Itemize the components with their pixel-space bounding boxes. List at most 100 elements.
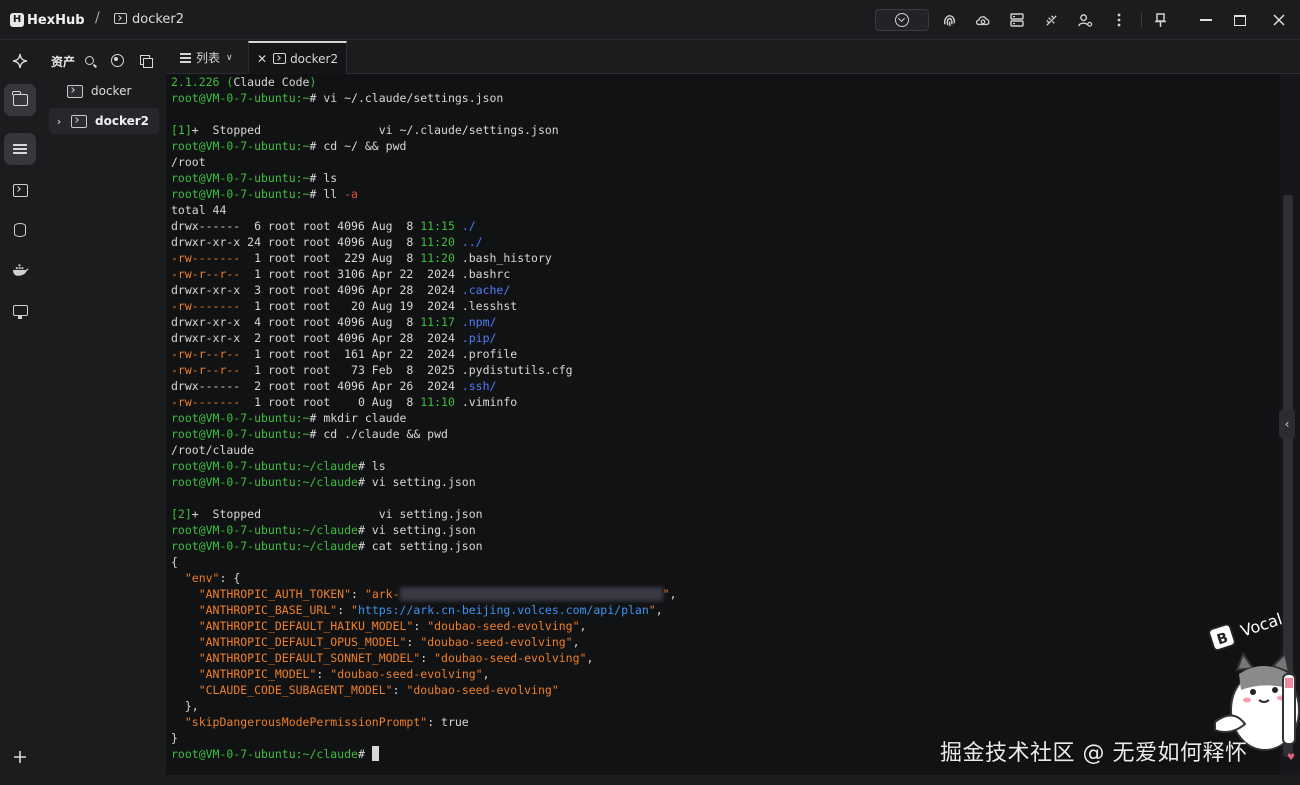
terminal-text-segment: .viminfo	[454, 395, 518, 409]
monitor-icon	[12, 304, 28, 319]
terminal-line: -rw------- 1 root root 20 Aug 19 2024 .l…	[171, 298, 677, 314]
terminal-line: root@VM-0-7-ubuntu:~/claude#	[171, 746, 677, 762]
app-name: HexHub	[27, 12, 85, 28]
terminal-text-segment: xxxxxxxx-xxxx-xxxx-xxxx-xxxxxxxx-xxxxx	[399, 587, 663, 601]
terminal-line: root@VM-0-7-ubuntu:~# cd ~/ && pwd	[171, 138, 677, 154]
breadcrumb-current-host: docker2	[132, 12, 185, 27]
maximize-button[interactable]	[1229, 9, 1251, 31]
terminal-text-segment: "doubao-seed-evolving"	[420, 635, 573, 649]
search-assets-button[interactable]	[81, 52, 97, 68]
batch-button[interactable]	[137, 52, 153, 68]
terminal-line: drwxr-xr-x 4 root root 4096 Aug 8 11:17 …	[171, 314, 677, 330]
list-view-button[interactable]	[4, 133, 36, 165]
terminal-text-segment: # vi setting.json	[357, 475, 476, 489]
more-button[interactable]	[1108, 9, 1130, 31]
terminal-text-segment: :	[413, 619, 428, 633]
terminal-text-segment: "doubao-seed-evolving"	[406, 683, 559, 697]
database-button[interactable]	[4, 214, 36, 246]
tab-docker2[interactable]: ✕ docker2	[248, 41, 347, 74]
terminal-line: root@VM-0-7-ubuntu:~/claude# cat setting…	[171, 538, 677, 554]
terminal-text-segment: 11:10	[420, 395, 455, 409]
terminal-text-segment: drwxr-xr-x 4 root root 4096 Aug 8	[171, 315, 421, 329]
terminal-text-segment: ../	[461, 235, 483, 249]
cloud-sync-button[interactable]	[972, 9, 994, 31]
terminal-text-segment: :	[316, 667, 331, 681]
terminal-text-segment: + Stopped vi setting.json	[191, 507, 483, 521]
tree-item-docker2[interactable]: › docker2	[49, 108, 159, 134]
terminal-text-segment: .bash_history	[454, 251, 552, 265]
terminal-text-segment: 1 root root 161 Apr 22 2024 .profile	[240, 347, 518, 361]
server-button[interactable]	[1006, 9, 1028, 31]
terminal-text-segment: .cache/	[461, 283, 511, 297]
ai-assistant-button[interactable]	[4, 45, 36, 77]
close-tab-icon[interactable]: ✕	[257, 52, 267, 66]
fingerprint-icon	[943, 14, 955, 26]
terminal-line: -rw------- 1 root root 229 Aug 8 11:20 .…	[171, 250, 677, 266]
tab-list-dropdown[interactable]: 列表 ∨	[174, 41, 244, 74]
terminal-text-segment: ,	[586, 651, 594, 665]
terminal-text-segment: 1 root root 3106 Apr 22 2024 .bashrc	[240, 267, 511, 281]
terminal-text-segment: ,	[572, 635, 580, 649]
terminal-cursor	[371, 746, 379, 761]
terminal-text-segment: # ls	[357, 459, 386, 473]
disconnect-button[interactable]	[1040, 9, 1062, 31]
terminal-button[interactable]	[4, 174, 36, 206]
close-button[interactable]	[1268, 9, 1290, 31]
terminal-text-segment: root@VM-0-7-ubuntu:~/claude	[171, 475, 358, 489]
close-icon	[1273, 14, 1285, 26]
terminal-text-segment: ,	[655, 603, 663, 617]
terminal-text-segment: total 44	[171, 203, 227, 217]
collapse-panel-button[interactable]: ‹	[1279, 410, 1295, 438]
list-icon	[13, 143, 27, 155]
tree-item-docker[interactable]: docker	[49, 78, 159, 104]
terminal-text-segment: :	[420, 651, 435, 665]
terminal-text-segment: "	[662, 587, 670, 601]
terminal-icon	[67, 84, 83, 98]
terminal-text-segment: /root	[171, 155, 206, 169]
terminal-text-segment: :	[406, 635, 421, 649]
terminal-text-segment: ,	[482, 667, 490, 681]
terminal-text-segment: # ls	[309, 171, 338, 185]
terminal-text-segment: }	[171, 731, 178, 745]
locate-button[interactable]	[109, 52, 125, 68]
terminal-line: "ANTHROPIC_MODEL": "doubao-seed-evolving…	[171, 666, 677, 682]
terminal-text-segment: 1 root root 229 Aug 8	[240, 251, 421, 265]
remote-desktop-button[interactable]	[4, 294, 36, 326]
download-button[interactable]	[875, 9, 929, 31]
plus-icon	[14, 751, 26, 763]
terminal-line: "env": {	[171, 570, 677, 586]
terminal-text-segment: root@VM-0-7-ubuntu:~	[171, 411, 310, 425]
docker-button[interactable]	[4, 254, 36, 286]
terminal-line: 2.1.226 (Claude Code)	[171, 74, 677, 90]
hexhub-logo-icon: H	[10, 13, 24, 27]
docker-icon	[12, 263, 29, 276]
terminal-text-segment: 11:17	[420, 315, 455, 329]
tree-item-label: docker	[91, 84, 132, 98]
terminal-text-segment: 11:15	[420, 219, 455, 233]
terminal-text-segment: "ANTHROPIC_DEFAULT_SONNET_MODEL"	[198, 651, 421, 665]
add-button[interactable]	[4, 741, 36, 773]
minimize-icon	[1200, 19, 1212, 21]
toolbar-divider	[1141, 12, 1142, 28]
terminal-line: root@VM-0-7-ubuntu:~# mkdir claude	[171, 410, 677, 426]
terminal-text-segment: 1 root root 20 Aug 19 2024 .lesshst	[240, 299, 518, 313]
terminal-line: "ANTHROPIC_DEFAULT_SONNET_MODEL": "douba…	[171, 650, 677, 666]
list-icon	[180, 53, 191, 63]
fingerprint-button[interactable]	[938, 9, 960, 31]
chevron-right-icon[interactable]: ›	[53, 115, 65, 128]
pin-button[interactable]	[1149, 9, 1171, 31]
minimize-button[interactable]	[1195, 9, 1217, 31]
user-settings-button[interactable]	[1074, 9, 1096, 31]
terminal-line: root@VM-0-7-ubuntu:~# vi ~/.claude/setti…	[171, 90, 677, 106]
terminal-output[interactable]: 2.1.226 (Claude Code) root@VM-0-7-ubuntu:…	[166, 74, 1280, 775]
pin-icon	[1154, 12, 1166, 27]
assets-button[interactable]	[4, 84, 36, 116]
terminal-line: -rw-r--r-- 1 root root 73 Feb 8 2025 .py…	[171, 362, 677, 378]
terminal-text-segment: {	[171, 555, 178, 569]
terminal-text-segment: .npm/	[461, 315, 497, 329]
